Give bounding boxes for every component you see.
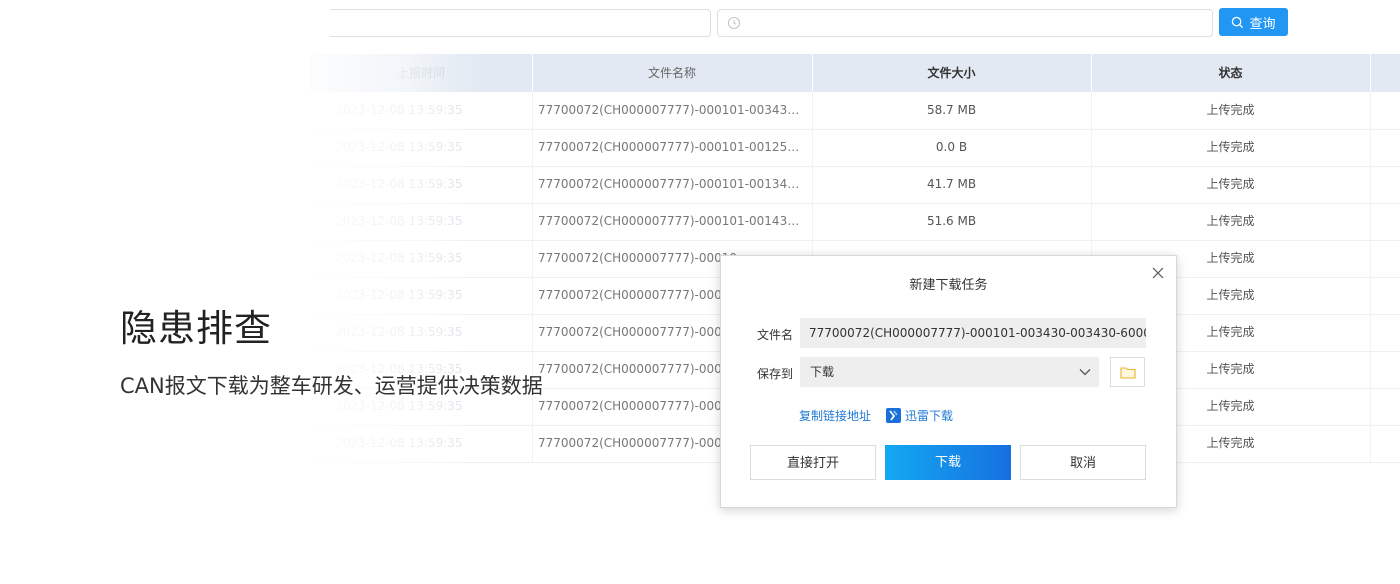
header-divider	[1091, 54, 1092, 92]
col-divider	[532, 314, 533, 351]
col-divider	[1091, 92, 1092, 129]
row-time: 2023-12-08 13:59:35	[335, 251, 463, 265]
col-divider	[1091, 129, 1092, 166]
saveto-select[interactable]: 下载	[800, 357, 1099, 387]
col-divider	[812, 92, 813, 129]
col-divider	[532, 92, 533, 129]
header-divider	[532, 54, 533, 92]
col-divider	[1370, 425, 1371, 462]
table-row[interactable]: 2023-12-08 13:59:35 77700072(CH000007777…	[310, 203, 1400, 241]
header-file-size[interactable]: 文件大小	[812, 54, 1091, 92]
row-file-name: 77700072(CH000007777)-000101-001250-00..…	[538, 140, 800, 154]
row-file-size: 41.7 MB	[926, 177, 977, 191]
row-status: 上传完成	[1206, 140, 1255, 154]
header-divider	[1370, 54, 1371, 92]
col-divider	[532, 166, 533, 203]
row-time: 2023-12-08 13:59:35	[335, 288, 463, 302]
col-divider	[812, 166, 813, 203]
table-row[interactable]: 2023-12-08 13:59:35 77700072(CH000007777…	[310, 92, 1400, 130]
new-download-dialog: 新建下载任务 文件名 77700072(CH000007777)-000101-…	[720, 255, 1177, 508]
xunlei-icon	[886, 408, 901, 423]
clock-icon	[727, 16, 741, 30]
col-divider	[1370, 351, 1371, 388]
row-time: 2023-12-08 13:59:35	[335, 140, 463, 154]
chevron-down-icon	[1079, 369, 1091, 376]
col-divider	[532, 425, 533, 462]
col-divider	[1370, 92, 1371, 129]
header-report-time[interactable]: 上报时间	[310, 54, 532, 92]
download-manager-screen: 查询 上报时间 文件名称 文件大小 状态 2023-12-08 13:59:35…	[0, 0, 1400, 584]
saveto-label: 保存到	[757, 367, 794, 381]
row-time: 2023-12-08 13:59:35	[335, 103, 463, 117]
browse-folder-button[interactable]	[1110, 357, 1145, 387]
hero-subtitle: CAN报文下载为整车研发、运营提供决策数据	[120, 374, 543, 398]
copy-link-button[interactable]: 复制链接地址	[799, 407, 871, 424]
search-button-label: 查询	[1249, 16, 1276, 32]
header-divider	[812, 54, 813, 92]
col-divider	[1370, 277, 1371, 314]
row-time: 2023-12-08 13:59:35	[335, 214, 463, 228]
col-divider	[532, 277, 533, 314]
col-divider	[1370, 203, 1371, 240]
cancel-button[interactable]: 取消	[1020, 445, 1146, 480]
row-status: 上传完成	[1206, 103, 1255, 117]
search-button[interactable]: 查询	[1219, 8, 1288, 36]
time-range-input[interactable]	[717, 9, 1213, 37]
row-file-name: 77700072(CH000007777)-000101-001344-00..…	[538, 177, 800, 191]
saveto-value: 下载	[810, 365, 835, 379]
col-divider	[1370, 129, 1371, 166]
header-file-name[interactable]: 文件名称	[532, 54, 812, 92]
col-divider	[532, 240, 533, 277]
col-divider	[1370, 314, 1371, 351]
col-divider	[1370, 388, 1371, 425]
row-time: 2023-12-08 13:59:35	[335, 436, 463, 450]
folder-icon	[1120, 367, 1136, 379]
row-status: 上传完成	[1206, 214, 1255, 228]
row-file-name: 77700072(CH000007777)-000101-001435-00..…	[538, 214, 800, 228]
row-file-name: 77700072(CH000007777)-000101-003430-00..…	[538, 103, 800, 117]
close-icon[interactable]	[1151, 266, 1165, 280]
row-time: 2023-12-08 13:59:35	[335, 177, 463, 191]
col-divider	[1370, 240, 1371, 277]
col-divider	[532, 203, 533, 240]
col-divider	[812, 203, 813, 240]
dialog-title: 新建下载任务	[909, 278, 988, 293]
col-divider	[532, 129, 533, 166]
col-divider	[1370, 166, 1371, 203]
table-row[interactable]: 2023-12-08 13:59:35 77700072(CH000007777…	[310, 129, 1400, 167]
xunlei-download-link[interactable]: 迅雷下载	[886, 407, 953, 424]
search-icon	[1232, 16, 1244, 28]
table-header: 上报时间 文件名称 文件大小 状态	[310, 54, 1400, 92]
row-status: 上传完成	[1206, 177, 1255, 191]
col-divider	[1091, 203, 1092, 240]
table-row[interactable]: 2023-12-08 13:59:35 77700072(CH000007777…	[310, 166, 1400, 204]
download-button[interactable]: 下载	[885, 445, 1011, 480]
filename-field[interactable]: 77700072(CH000007777)-000101-003430-0034…	[800, 318, 1146, 348]
hero-title: 隐患排查	[120, 307, 272, 350]
filter-input[interactable]	[330, 9, 711, 37]
row-file-size: 0.0 B	[935, 140, 968, 154]
filename-label: 文件名	[757, 328, 794, 342]
header-status[interactable]: 状态	[1091, 54, 1370, 92]
open-directly-button[interactable]: 直接打开	[750, 445, 876, 480]
row-file-size: 51.6 MB	[926, 214, 977, 228]
col-divider	[1091, 166, 1092, 203]
row-file-size: 58.7 MB	[926, 103, 977, 117]
col-divider	[812, 129, 813, 166]
xunlei-link-label: 迅雷下载	[905, 409, 954, 423]
row-time: 2023-12-08 13:59:35	[335, 325, 463, 339]
